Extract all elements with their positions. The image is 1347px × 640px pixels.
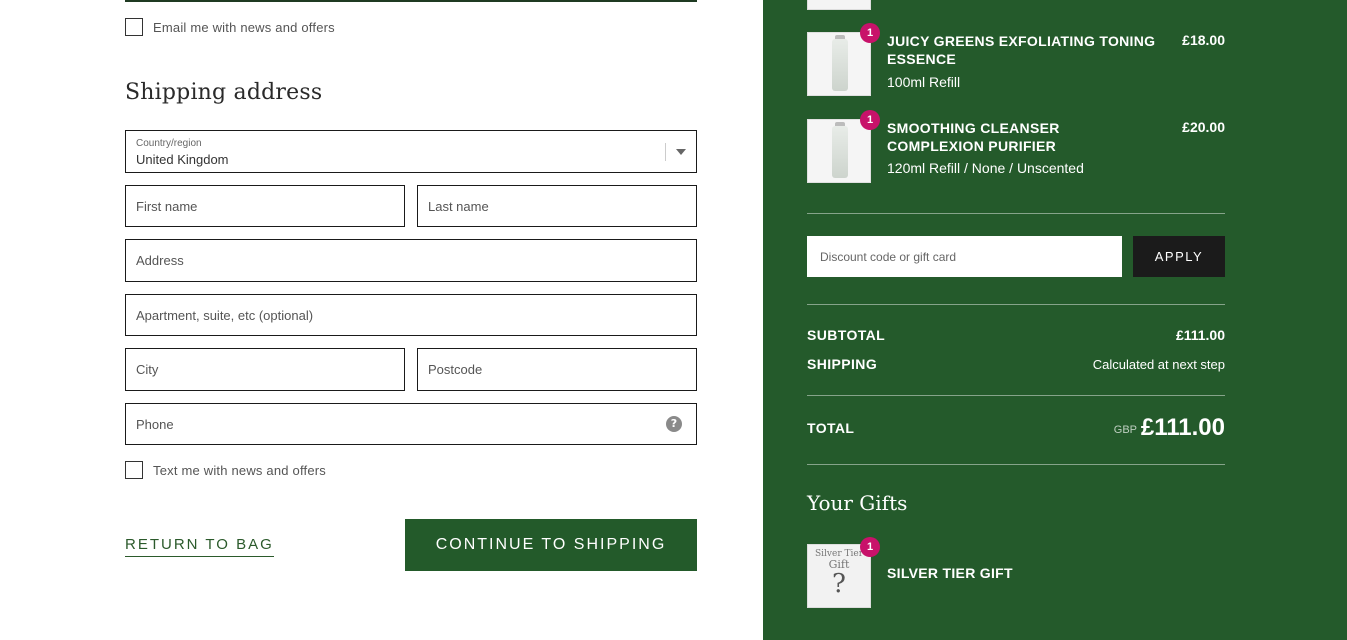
- country-label: Country/region: [136, 138, 202, 149]
- sms-opt-in-row: Text me with news and offers: [125, 461, 326, 479]
- apartment-field-wrapper: [125, 294, 697, 336]
- city-field[interactable]: [126, 349, 404, 390]
- gift-item: Silver Tier Gift ? 1 SILVER TIER GIFT: [807, 537, 1225, 608]
- product-price: £20.00: [1182, 119, 1225, 135]
- product-item: 1 JUICY GREENS EXFOLIATING TONING ESSENC…: [807, 23, 1225, 98]
- total-label: TOTAL: [807, 420, 855, 436]
- shipping-value: Calculated at next step: [1092, 357, 1225, 372]
- email-opt-in-label: Email me with news and offers: [153, 19, 335, 35]
- product-item: 1 SMOOTHING CLEANSER COMPLEXION PURIFIER…: [807, 110, 1225, 185]
- subtotal-label: SUBTOTAL: [807, 327, 886, 343]
- chevron-down-icon: [676, 149, 686, 155]
- product-thumbnail: [807, 32, 871, 96]
- subtotal-row: SUBTOTAL £111.00: [807, 327, 1225, 347]
- continue-to-shipping-button[interactable]: CONTINUE TO SHIPPING: [405, 519, 697, 571]
- country-select[interactable]: Country/region United Kingdom: [125, 130, 697, 173]
- address-field[interactable]: [126, 240, 696, 281]
- total-value: £111.00: [1140, 414, 1225, 441]
- return-to-bag-link[interactable]: RETURN TO BAG: [125, 536, 274, 557]
- shipping-address-title: Shipping address: [125, 80, 323, 105]
- country-value: United Kingdom: [136, 152, 229, 167]
- summary-divider: [807, 395, 1225, 396]
- gift-thumbnail: Silver Tier Gift ?: [807, 544, 871, 608]
- top-divider: [125, 0, 697, 2]
- product-price: £18.00: [1182, 32, 1225, 48]
- apartment-field[interactable]: [126, 295, 696, 335]
- postcode-field[interactable]: [418, 349, 696, 390]
- sms-opt-in-checkbox[interactable]: [125, 461, 143, 479]
- total-row: TOTAL GBP £111.00: [807, 414, 1225, 444]
- summary-divider: [807, 304, 1225, 305]
- product-thumbnail: [807, 119, 871, 183]
- quantity-badge: 1: [860, 23, 880, 43]
- product-name: SMOOTHING CLEANSER COMPLEXION PURIFIER: [887, 120, 1060, 154]
- sms-opt-in-label: Text me with news and offers: [153, 462, 326, 478]
- email-opt-in-checkbox[interactable]: [125, 18, 143, 36]
- order-summary-panel: 1 JUICY GREENS EXFOLIATING TONING ESSENC…: [763, 0, 1347, 640]
- address-field-wrapper: [125, 239, 697, 282]
- postcode-field-wrapper: [417, 348, 697, 391]
- question-mark-icon: ?: [832, 569, 846, 599]
- previous-product-thumbnail: [807, 0, 871, 10]
- help-icon[interactable]: ?: [666, 416, 682, 432]
- product-variant: 100ml Refill: [887, 74, 961, 90]
- checkout-form-column: Email me with news and offers Shipping a…: [0, 0, 763, 640]
- first-name-field-wrapper: [125, 185, 405, 227]
- product-variant: 120ml Refill / None / Unscented: [887, 160, 1084, 176]
- last-name-field[interactable]: [418, 186, 696, 226]
- shipping-row: SHIPPING Calculated at next step: [807, 356, 1225, 376]
- bottle-shape: [832, 126, 848, 178]
- email-opt-in-row: Email me with news and offers: [125, 18, 335, 36]
- shipping-label: SHIPPING: [807, 356, 878, 372]
- phone-field-wrapper: ?: [125, 403, 697, 445]
- product-name: JUICY GREENS EXFOLIATING TONING ESSENCE: [887, 33, 1156, 67]
- phone-field[interactable]: [126, 404, 696, 444]
- quantity-badge: 1: [860, 110, 880, 130]
- quantity-badge: 1: [860, 537, 880, 557]
- last-name-field-wrapper: [417, 185, 697, 227]
- discount-code-field[interactable]: [807, 236, 1122, 277]
- summary-divider: [807, 464, 1225, 465]
- apply-discount-button[interactable]: APPLY: [1133, 236, 1225, 277]
- subtotal-value: £111.00: [1175, 327, 1225, 343]
- currency-code: GBP: [1113, 424, 1137, 436]
- gift-name: SILVER TIER GIFT: [887, 565, 1013, 581]
- city-field-wrapper: [125, 348, 405, 391]
- first-name-field[interactable]: [126, 186, 404, 226]
- bottle-shape: [832, 39, 848, 91]
- summary-divider: [807, 213, 1225, 214]
- select-divider: [665, 143, 666, 161]
- gifts-title: Your Gifts: [807, 491, 908, 515]
- discount-field-wrapper: [807, 236, 1122, 277]
